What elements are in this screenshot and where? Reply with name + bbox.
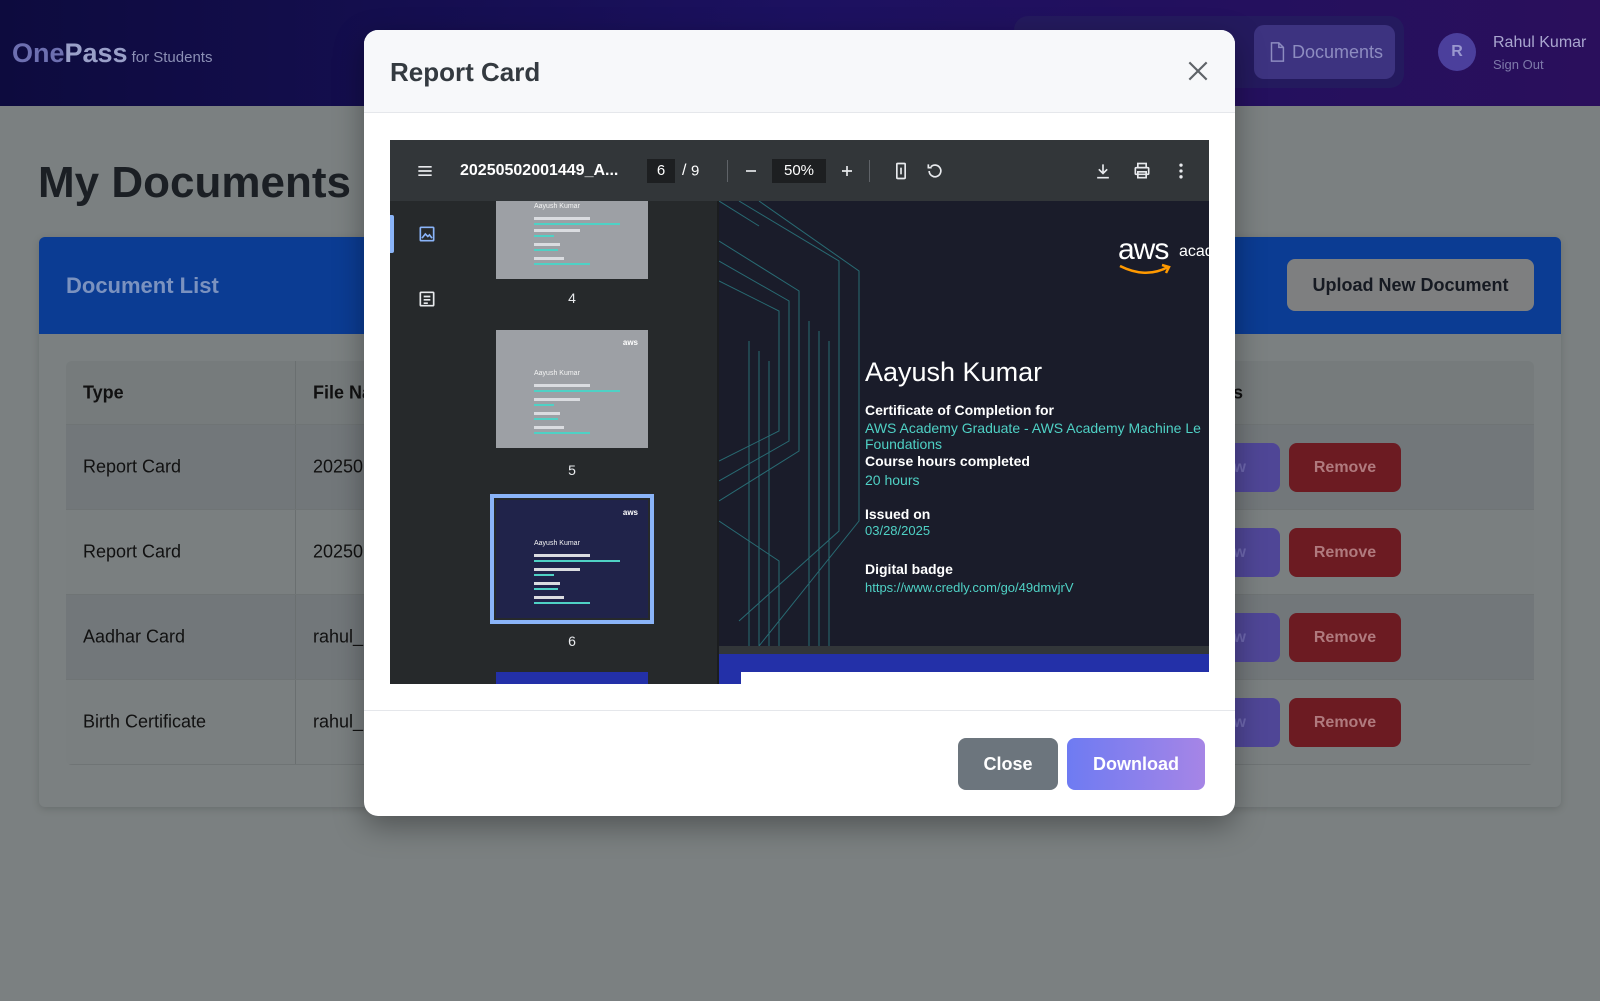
fit-page-icon[interactable] <box>890 160 912 182</box>
thumbnail-page-7[interactable] <box>496 672 648 684</box>
zoom-level[interactable]: 50% <box>772 158 826 183</box>
thumbnail-page-5[interactable]: aws Aayush Kumar <box>496 330 648 448</box>
outline-icon[interactable] <box>417 289 437 309</box>
course-name-line2: Foundations <box>865 436 943 452</box>
page-total: 9 <box>691 162 700 179</box>
geometric-pattern <box>719 201 860 646</box>
hours-value: 20 hours <box>865 472 920 488</box>
badge-label: Digital badge <box>865 561 953 577</box>
zoom-out-icon[interactable] <box>740 160 762 182</box>
completion-label: Certificate of Completion for <box>865 402 1055 418</box>
thumbnail-page-4[interactable]: Aayush Kumar <box>496 201 648 279</box>
modal-footer: Close Download <box>364 710 1235 816</box>
zoom-in-icon[interactable] <box>836 160 858 182</box>
download-button[interactable]: Download <box>1067 738 1205 790</box>
thumbnail-label: 5 <box>568 462 576 478</box>
thumbnails-icon[interactable] <box>417 224 437 244</box>
issued-label: Issued on <box>865 506 931 522</box>
badge-url[interactable]: https://www.credly.com/go/49dmvjrV <box>865 580 1074 595</box>
aws-smile-icon <box>1119 263 1171 274</box>
pdf-page-next <box>719 654 1209 684</box>
print-icon[interactable] <box>1131 160 1153 182</box>
menu-icon[interactable] <box>414 160 436 182</box>
page-number-input[interactable]: 6 <box>647 158 675 183</box>
modal-header: Report Card <box>364 30 1235 113</box>
thumbnail-label: 6 <box>568 633 576 649</box>
aws-logo: aws <box>1118 233 1169 266</box>
sidebar-rail <box>390 201 460 684</box>
download-icon[interactable] <box>1092 160 1114 182</box>
thumbnail-pane: Aayush Kumar 4 aws Aayush Kumar 5 aws Aa… <box>460 201 717 684</box>
recipient-name: Aayush Kumar <box>865 357 1043 387</box>
pdf-body: Aayush Kumar 4 aws Aayush Kumar 5 aws Aa… <box>390 201 1209 684</box>
close-icon[interactable] <box>1185 58 1211 84</box>
close-button[interactable]: Close <box>958 738 1058 790</box>
report-card-modal: Report Card 20250502001449_A... 6 / 9 50… <box>364 30 1235 816</box>
pdf-viewer: 20250502001449_A... 6 / 9 50% Aayush Kum… <box>390 140 1209 684</box>
pdf-page-certificate: aws acad Aayush Kumar Certificate of Com… <box>719 201 1209 646</box>
pdf-toolbar: 20250502001449_A... 6 / 9 50% <box>390 140 1209 201</box>
pdf-file-name: 20250502001449_A... <box>460 161 619 179</box>
issued-value: 03/28/2025 <box>865 523 931 538</box>
rotate-icon[interactable] <box>924 160 946 182</box>
modal-title: Report Card <box>390 57 541 87</box>
hours-label: Course hours completed <box>865 453 1030 469</box>
more-options-icon[interactable] <box>1170 160 1192 182</box>
page-separator: / <box>682 161 687 179</box>
course-name-line1: AWS Academy Graduate - AWS Academy Machi… <box>865 420 1201 436</box>
thumbnail-label: 4 <box>568 290 576 306</box>
thumbnail-page-6-selected[interactable]: aws Aayush Kumar <box>490 494 654 624</box>
aws-academy-text: acad <box>1179 243 1209 260</box>
